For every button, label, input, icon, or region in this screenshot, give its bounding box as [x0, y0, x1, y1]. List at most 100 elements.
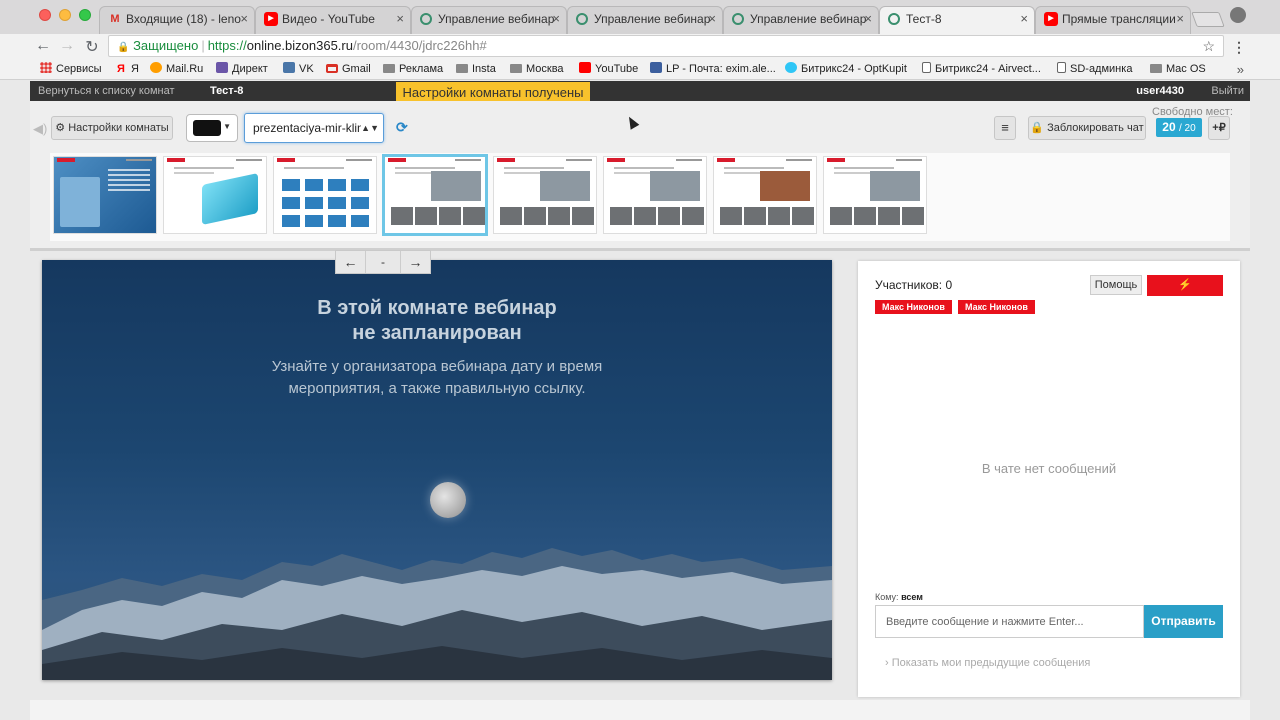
tab-label: Видео - YouTube [282, 12, 375, 26]
bizon-icon: o [420, 13, 432, 25]
slide-thumbnail-selected[interactable] [382, 154, 488, 236]
bookmark-reklama[interactable]: Реклама [383, 60, 443, 79]
lp-icon [650, 62, 662, 73]
free-seats-total: / 20 [1179, 123, 1196, 134]
tab-label: Управление вебинар [438, 12, 555, 26]
back-arrow-icon[interactable]: ← [34, 37, 52, 55]
youtube-icon: ▶ [1044, 12, 1058, 26]
bookmark-bitrix-optkupit[interactable]: Битрикс24 - OptKupit [785, 60, 907, 79]
bookmark-macos[interactable]: Mac OS [1150, 60, 1206, 79]
stage-title-line: не запланирован [352, 322, 522, 344]
participants-count: Участников: 0 [875, 278, 953, 292]
browser-tab-youtube[interactable]: ▶ Видео - YouTube × [255, 6, 411, 34]
browser-toolbar: ← → ↻ 🔒 Защищено | https://online.bizon365… [0, 34, 1280, 60]
close-tab-icon[interactable]: × [708, 7, 716, 31]
room-settings-button[interactable]: ⚙ Настройки комнаты [51, 116, 173, 140]
slide-thumbnail[interactable] [823, 156, 927, 234]
folder-icon [456, 64, 468, 73]
refresh-icon[interactable]: ⟳ [396, 119, 408, 136]
bookmark-ya-label[interactable]: Я [131, 60, 139, 79]
help-button[interactable]: Помощь [1090, 275, 1142, 295]
chat-message-input[interactable] [875, 605, 1144, 638]
browser-tab-webinar-3[interactable]: o Управление вебинар × [723, 6, 879, 34]
next-slide-arrow-icon[interactable]: → [400, 251, 430, 273]
browser-tab-webinar-1[interactable]: o Управление вебинар × [411, 6, 567, 34]
participant-tag[interactable]: Макс Никонов [875, 300, 952, 314]
secure-label: Защищено [133, 38, 199, 53]
bizon-icon: o [732, 13, 744, 25]
speaker-icon[interactable]: ◀) [33, 121, 47, 137]
add-payment-button[interactable]: +₽ [1208, 116, 1230, 140]
presentation-select[interactable]: prezentaciya-mir-klima ▲▼ [244, 113, 384, 143]
bookmark-gmail[interactable]: Gmail [326, 60, 371, 79]
browser-tab-live[interactable]: ▶ Прямые трансляции × [1035, 6, 1191, 34]
address-bar[interactable]: 🔒 Защищено | https://online.bizon365.ru/ro… [108, 35, 1224, 57]
slide-thumbnail[interactable] [163, 156, 267, 234]
folder-icon [510, 64, 522, 73]
camera-icon [193, 120, 221, 136]
bookmark-bitrix-airvect[interactable]: Битрикс24 - Airvect... [922, 60, 1041, 79]
bookmark-mailru[interactable]: Mail.Ru [150, 60, 203, 79]
recipient-label[interactable]: Кому: всем [875, 592, 923, 602]
bookmarks-bar: Сервисы Я Я Mail.Ru Директ VK Gmail Рекл… [0, 60, 1280, 80]
bookmark-services[interactable]: Сервисы [40, 60, 102, 79]
close-tab-icon[interactable]: × [864, 7, 872, 31]
reload-icon[interactable]: ↻ [83, 37, 101, 57]
bookmark-moskva[interactable]: Москва [510, 60, 564, 79]
minimize-window-button[interactable] [59, 9, 71, 21]
tab-label: Управление вебинар [750, 12, 867, 26]
bookmark-sd-admin[interactable]: SD-админка [1057, 60, 1132, 79]
slide-thumbnail[interactable] [53, 156, 157, 234]
direct-icon [216, 62, 228, 73]
vk-icon [283, 62, 295, 73]
mailru-icon [150, 62, 162, 73]
zoom-window-button[interactable] [79, 9, 91, 21]
slide-thumbnail[interactable] [713, 156, 817, 234]
empty-chat-message: В чате нет сообщений [981, 461, 1117, 476]
tab-label: Входящие (18) - leno [126, 12, 241, 26]
forward-arrow-icon[interactable]: → [58, 37, 76, 55]
prev-slide-arrow-icon[interactable]: ← [336, 251, 366, 273]
bookmark-yandex[interactable]: Я [117, 60, 125, 79]
bookmark-lp[interactable]: LP - Почта: exim.ale... [650, 60, 776, 79]
bookmark-label: Insta [472, 63, 496, 75]
bookmark-insta[interactable]: Insta [456, 60, 496, 79]
participant-tag[interactable]: Макс Никонов [958, 300, 1035, 314]
bookmark-youtube[interactable]: YouTube [579, 60, 638, 79]
browser-tab-gmail[interactable]: M Входящие (18) - leno × [99, 6, 255, 34]
show-previous-messages-link[interactable]: › Показать мои предыдущие сообщения [885, 657, 1090, 669]
bookmark-label: VK [299, 63, 314, 75]
bookmark-direct[interactable]: Директ [216, 60, 268, 79]
bookmark-label: Директ [232, 63, 268, 75]
back-to-rooms-link[interactable]: Вернуться к списку комнат [38, 81, 175, 101]
close-tab-icon[interactable]: × [240, 7, 248, 31]
close-window-button[interactable] [39, 9, 51, 21]
browser-tab-webinar-2[interactable]: o Управление вебинар × [567, 6, 723, 34]
block-chat-button[interactable]: 🔒 Заблокировать чат [1028, 116, 1146, 140]
browser-menu-icon[interactable]: ⋮ [1232, 39, 1246, 56]
url-scheme: https:// [207, 38, 247, 53]
slide-thumbnail[interactable] [493, 156, 597, 234]
select-arrows-icon: ▲▼ [361, 114, 379, 142]
profile-icon[interactable] [1230, 7, 1246, 23]
close-tab-icon[interactable]: × [1176, 7, 1184, 31]
slide-thumbnail[interactable] [603, 156, 707, 234]
menu-list-icon[interactable]: ≡ [994, 116, 1016, 140]
close-tab-icon[interactable]: × [552, 7, 560, 31]
bookmark-star-icon[interactable]: ☆ [1202, 36, 1215, 56]
close-tab-icon[interactable]: × [396, 7, 404, 31]
moderation-button[interactable]: ⚡ Модерация [1147, 275, 1223, 312]
bookmark-label: YouTube [595, 63, 639, 75]
browser-tab-test8[interactable]: o Тест-8 × [879, 6, 1035, 34]
bookmarks-more-icon[interactable]: » [1237, 60, 1244, 79]
logout-link[interactable]: Выйти [1211, 81, 1244, 101]
bookmark-vk[interactable]: VK [283, 60, 314, 79]
slide-navigation: ← - → [335, 250, 431, 274]
gmail-icon [326, 64, 338, 73]
close-tab-icon[interactable]: × [1020, 7, 1028, 31]
camera-select[interactable]: ▼ [186, 114, 238, 142]
lock-icon: 🔒 [117, 42, 130, 53]
send-message-button[interactable]: Отправить [1144, 605, 1223, 638]
new-tab-button[interactable] [1191, 12, 1225, 27]
slide-thumbnail[interactable] [273, 156, 377, 234]
